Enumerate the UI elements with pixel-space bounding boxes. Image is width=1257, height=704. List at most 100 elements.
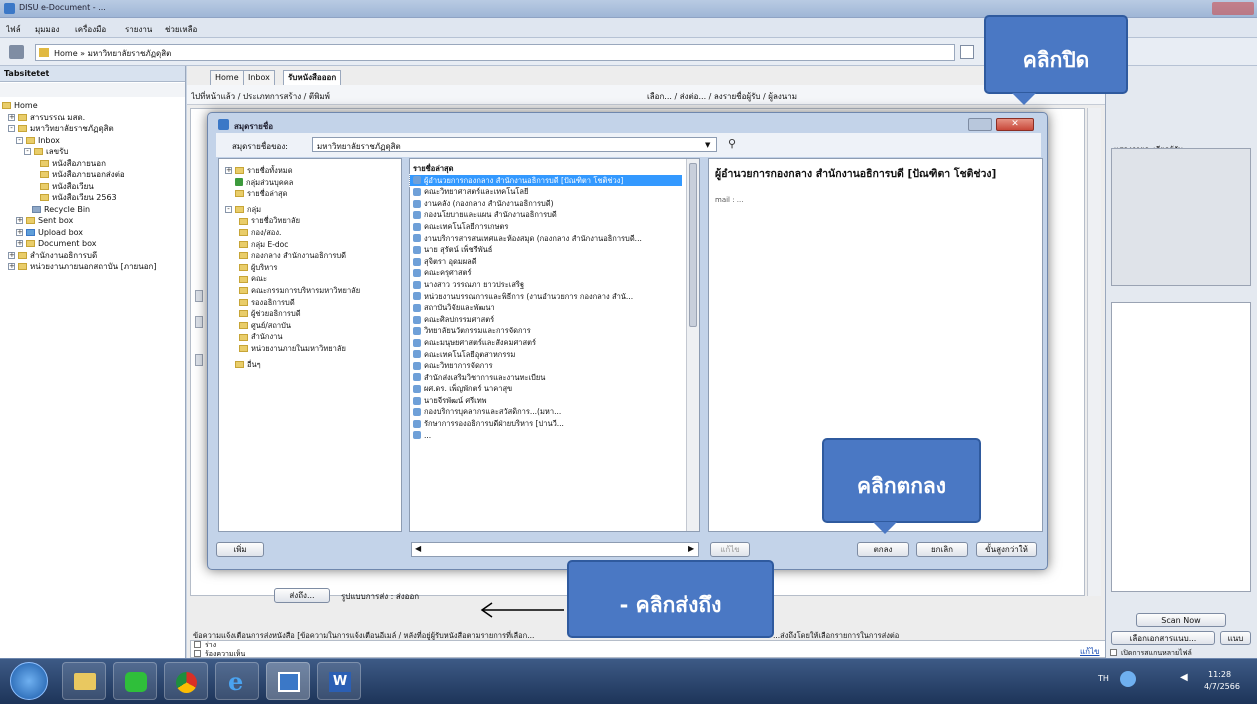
menu-tools[interactable]: เครื่องมือ [75,23,106,36]
horizontal-scrollbar[interactable]: ◀ ▶ [411,542,699,557]
start-button[interactable] [10,662,48,700]
expand-icon[interactable]: + [8,263,15,271]
draft-checkbox[interactable] [194,641,201,648]
word-taskbar-icon[interactable]: W [317,662,361,700]
tab-inbox[interactable]: Inbox [243,70,275,85]
contact-list-item[interactable]: ... [410,430,682,442]
contact-list-item[interactable]: สุจิตรา อุดมผลดี [410,256,682,268]
contact-list-item[interactable]: กองนโยบายและแผน สำนักงานอธิการบดี [410,209,682,221]
navigation-toolbar[interactable] [0,83,185,97]
tree-item-saraban[interactable]: + สารบรรณ มสด. [0,112,185,124]
menu-view[interactable]: มุมมอง [35,23,60,36]
tree-item-president-office[interactable]: + สำนักงานอธิการบดี [0,250,185,262]
volume-icon[interactable]: ◀ [1180,672,1188,683]
menu-reports[interactable]: รายงาน [125,23,152,36]
expand-icon[interactable]: + [16,217,23,225]
network-icon[interactable] [1120,671,1136,687]
contact-list-item[interactable]: ผู้อำนวยการกองกลาง สำนักงานอธิการบดี [ปั… [409,173,683,188]
contact-list-item[interactable]: นาย สุรัตน์ เพ็ชรีพันธ์ [410,244,682,256]
edit-contact-button[interactable]: แก้ไข [710,542,750,557]
contact-list-item[interactable]: คณะเทคโนโลยีการเกษตร [410,221,682,233]
search-icon[interactable]: ⚲ [728,137,736,150]
collapse-icon[interactable]: - [16,136,23,144]
file-explorer-taskbar-icon[interactable] [62,662,106,700]
address-input[interactable]: Home » มหาวิทยาลัยราชภัฏดุสิต [35,44,955,61]
address-book-select[interactable]: มหาวิทยาลัยราชภัฏดุสิต ▼ [312,137,717,152]
clock-time[interactable]: 11:28 [1208,670,1231,679]
group-tree-item[interactable]: รองอธิการบดี [219,297,401,309]
edit-link[interactable]: แก้ไข [1080,645,1100,658]
tree-item-sent-box[interactable]: + Sent box [0,215,185,227]
tree-item-external-agencies[interactable]: + หน่วยงานภายนอกสถาบัน [ภายนอก] [0,261,185,273]
collapse-icon[interactable]: - [24,148,31,156]
cancel-button[interactable]: ยกเลิก [916,542,968,557]
contact-list-scrollbar[interactable] [686,159,699,531]
tree-item-home[interactable]: Home [0,100,185,112]
contact-list-item[interactable]: คณะวิทยาการจัดการ [410,360,682,372]
comment-checkbox[interactable] [194,650,201,657]
contact-list-item[interactable]: สำนักส่งเสริมวิชาการและงานทะเบียน [410,372,682,384]
add-group-button[interactable]: เพิ่ม [216,542,264,557]
tree-item-received[interactable]: - เลขรับ [0,146,185,158]
group-tree-item[interactable]: ผู้ช่วยอธิการบดี [219,308,401,320]
contact-list-item[interactable]: รักษาการรองอธิการบดีฝ่ายบริหาร [ปานวี... [410,418,682,430]
contact-list-item[interactable]: คณะวิทยาศาสตร์และเทคโนโลยี [410,186,682,198]
tree-item-recycle-bin[interactable]: Recycle Bin [0,204,185,216]
group-tree-item[interactable]: กอง/สอง. [219,227,401,239]
group-tree-item[interactable]: ศูนย์/สถาบัน [219,320,401,332]
side-collapse-button[interactable] [195,290,203,302]
contact-list-item[interactable]: คณะศิลปกรรมศาสตร์ [410,314,682,326]
ok-button[interactable]: ตกลง [857,542,909,557]
line-taskbar-icon[interactable] [113,662,157,700]
tree-item-upload-box[interactable]: + Upload box [0,227,185,239]
contact-list-item[interactable]: วิทยาลัยนวัตกรรมและการจัดการ [410,325,682,337]
contact-list-item[interactable]: กองบริการบุคลากรและสวัสดิการ...(มหา... [410,406,682,418]
side-collapse-button[interactable] [195,354,203,366]
contact-list-item[interactable]: นางสาว วรรณภา ยาวประเสริฐ [410,279,682,291]
contact-list-item[interactable]: ผศ.ดร. เพ็ญพักตร์ นาคาสุข [410,383,682,395]
group-tree-item[interactable]: +กลุ่มส่วนบุคคล [219,177,401,189]
expand-icon[interactable]: + [8,251,15,259]
internet-explorer-taskbar-icon[interactable]: e [215,662,259,700]
side-collapse-button[interactable] [195,316,203,328]
group-tree-item[interactable]: กองกลาง สำนักงานอธิการบดี [219,250,401,262]
contact-list-item[interactable]: คณะเทคโนโลยีอุตสาหกรรม [410,349,682,361]
contact-list-item[interactable]: งานบริการสารสนเทศและห้องสมุด (กองกลาง สำ… [410,233,682,245]
contact-list-item[interactable]: สถาบันวิจัยและพัฒนา [410,302,682,314]
clock-date[interactable]: 4/7/2566 [1204,682,1240,691]
dialog-minimize-button[interactable] [968,118,992,131]
attach-button[interactable]: แนบ [1220,631,1251,645]
toolbar-left-actions[interactable]: ไปที่หน้าแล้ว / ประเภทการสร้าง / ตีพิมพ์ [191,90,330,103]
select-attachment-button[interactable]: เลือกเอกสารแนบ... [1111,631,1215,645]
window-controls[interactable] [1212,2,1254,15]
tree-item-circular-2563[interactable]: หนังสือเวียน 2563 [0,192,185,204]
group-tree-item[interactable]: คณะ [219,273,401,285]
group-tree-item[interactable]: สำนักงาน [219,331,401,343]
multi-scan-checkbox[interactable] [1110,649,1117,656]
print-icon[interactable] [9,45,24,59]
contact-list-item[interactable]: นายจีรพัฒน์ ศรีเทพ [410,395,682,407]
group-tree-item[interactable]: คณะกรรมการบริหารมหาวิทยาลัย [219,285,401,297]
menu-file[interactable]: ไฟล์ [6,23,21,36]
collapse-icon[interactable]: - [8,125,15,133]
expand-icon[interactable]: + [8,113,15,121]
tree-item-document-box[interactable]: + Document box [0,238,185,250]
expand-icon[interactable]: + [16,228,23,236]
collapse-icon[interactable]: - [225,206,232,214]
group-tree-item[interactable]: กลุ่ม E-doc [219,239,401,251]
tree-item-university[interactable]: - มหาวิทยาลัยราชภัฏดุสิต [0,123,185,135]
group-tree-item[interactable]: +รายชื่อล่าสุด [219,188,401,200]
group-tree-item[interactable]: - กลุ่ม [219,204,401,216]
e-document-taskbar-icon[interactable] [266,662,310,700]
scroll-right-icon[interactable]: ▶ [688,544,694,553]
scroll-left-icon[interactable]: ◀ [415,544,421,553]
tree-item-external-forward[interactable]: หนังสือภายนอกส่งต่อ [0,169,185,181]
document-scrollbar[interactable] [1087,108,1101,596]
chrome-taskbar-icon[interactable] [164,662,208,700]
dialog-close-button[interactable]: ✕ [996,118,1034,131]
scan-now-button[interactable]: Scan Now [1136,613,1226,627]
attachment-list[interactable] [1111,302,1251,592]
contact-list-item[interactable]: งานคลัง (กองกลาง สำนักงานอธิการบดี) [410,198,682,210]
send-to-button[interactable]: ส่งถึง... [274,588,330,603]
expand-icon[interactable]: + [16,240,23,248]
